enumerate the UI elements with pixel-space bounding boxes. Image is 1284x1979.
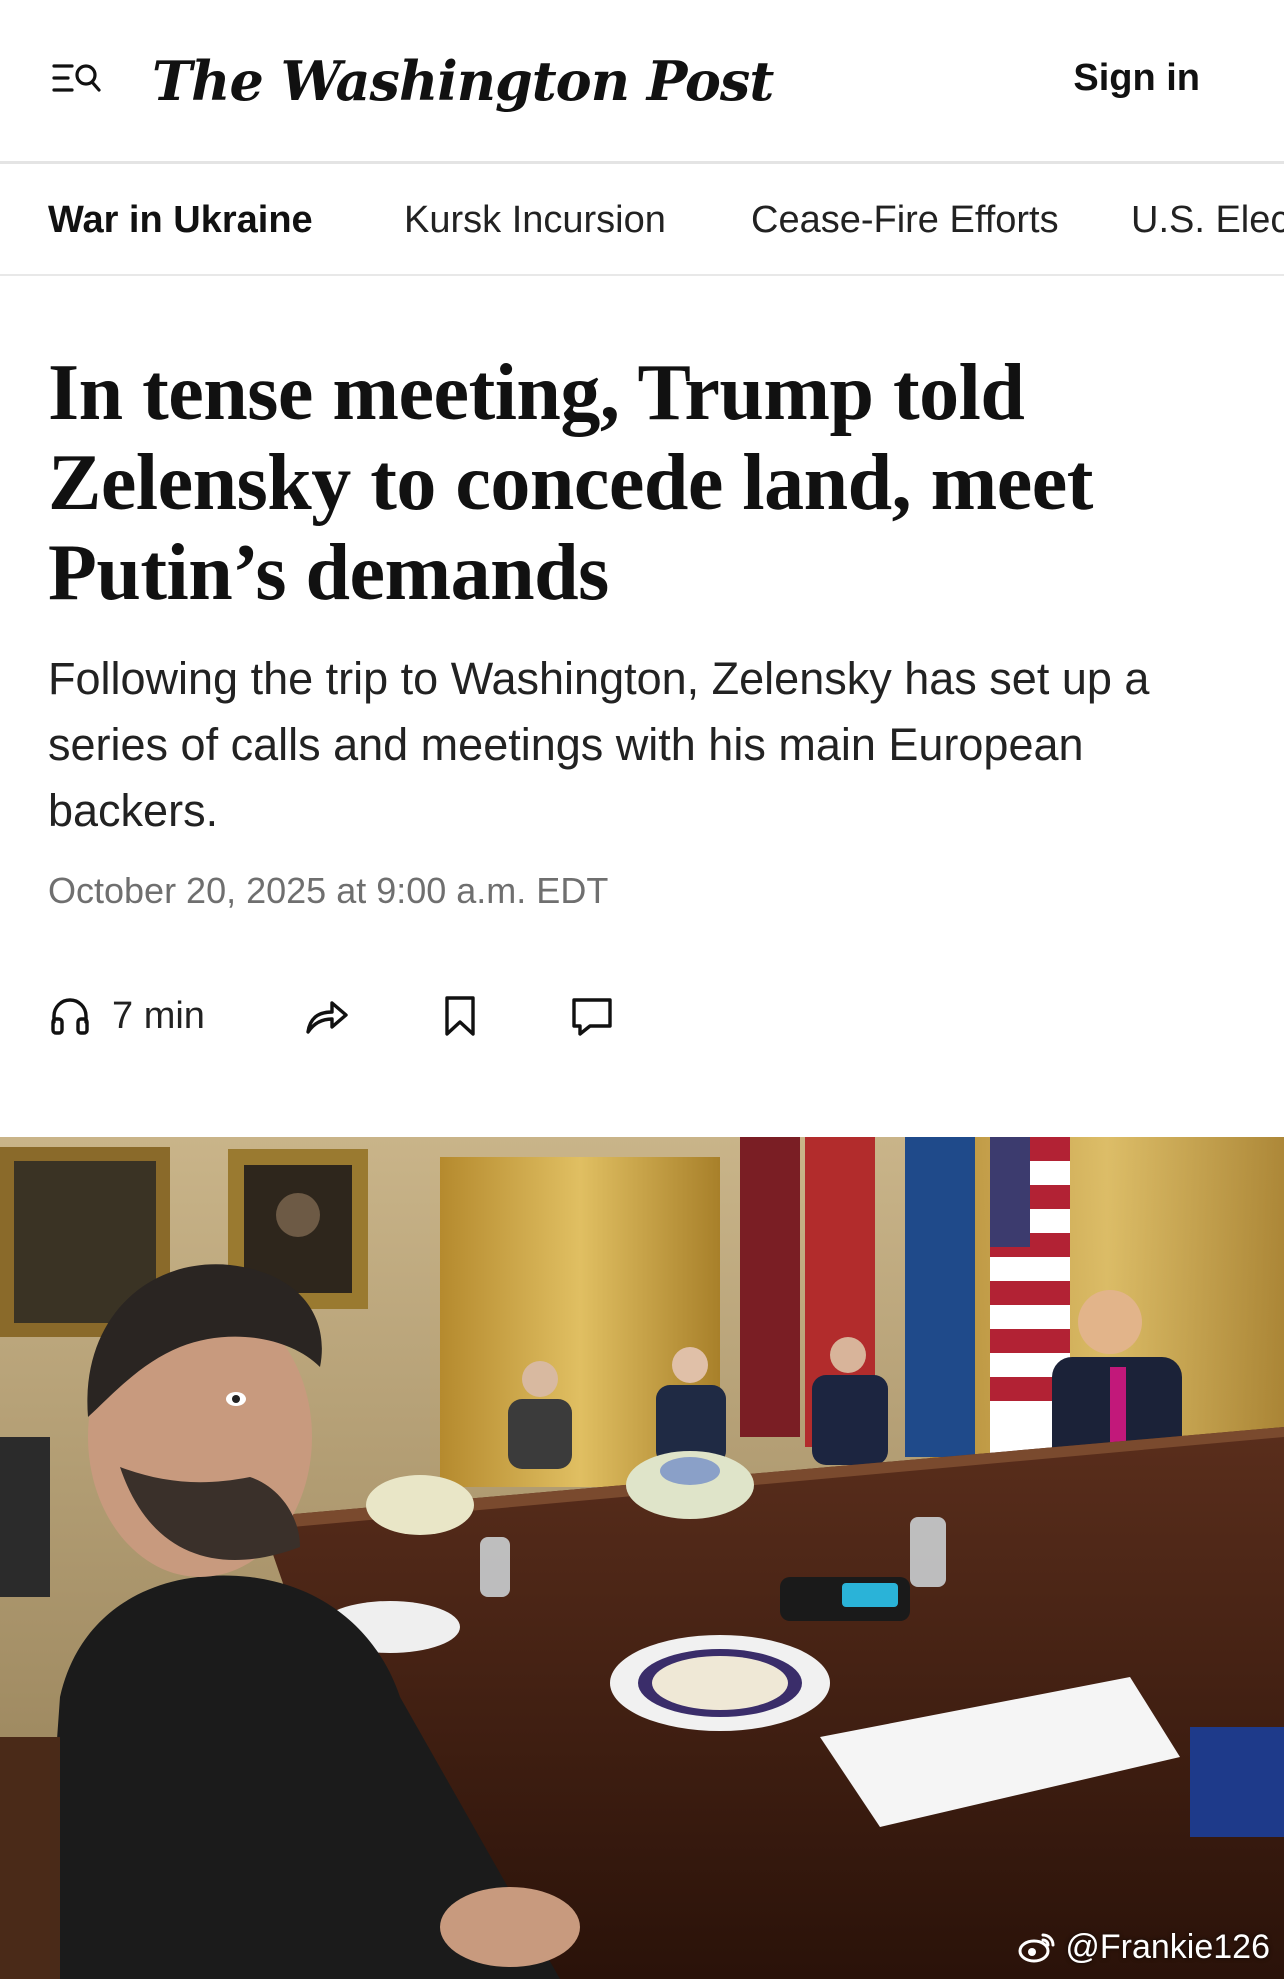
topic-kursk-incursion[interactable]: Kursk Incursion (404, 194, 666, 246)
site-header: The Washington Post Sign in (0, 0, 1284, 164)
article-subheadline: Following the trip to Washington, Zelens… (48, 653, 1150, 836)
listen-duration: 7 min (112, 995, 205, 1037)
article-date: October 20, 2025 at 9:00 a.m. EDT (48, 870, 609, 911)
headphones-icon (48, 994, 92, 1038)
lead-photo[interactable]: @Frankie126 (0, 1137, 1284, 1979)
bookmark-button[interactable] (442, 984, 478, 1048)
listen-button[interactable]: 7 min (48, 984, 205, 1048)
watermark-handle: @Frankie126 (1065, 1928, 1270, 1966)
bookmark-icon (442, 994, 478, 1038)
topic-nav: War in Ukraine Kursk Incursion Cease-Fir… (0, 164, 1284, 276)
topic-war-in-ukraine[interactable]: War in Ukraine (48, 194, 313, 246)
share-icon (304, 994, 350, 1038)
masthead-logo[interactable]: The Washington Post (152, 38, 774, 124)
topic-us-elections[interactable]: U.S. Elec (1131, 194, 1284, 246)
article-utility-bar: 7 min (48, 984, 748, 1048)
comment-icon (570, 994, 614, 1038)
share-button[interactable] (304, 984, 350, 1048)
topic-cease-fire-efforts[interactable]: Cease-Fire Efforts (751, 194, 1059, 246)
weibo-icon (1017, 1929, 1057, 1965)
sign-in-button[interactable]: Sign in (1073, 52, 1200, 104)
menu-search-icon[interactable] (48, 52, 104, 108)
comments-button[interactable] (570, 984, 614, 1048)
article-headline: In tense meeting, Trump told Zelensky to… (48, 349, 1093, 617)
photo-watermark: @Frankie126 (1017, 1925, 1270, 1969)
